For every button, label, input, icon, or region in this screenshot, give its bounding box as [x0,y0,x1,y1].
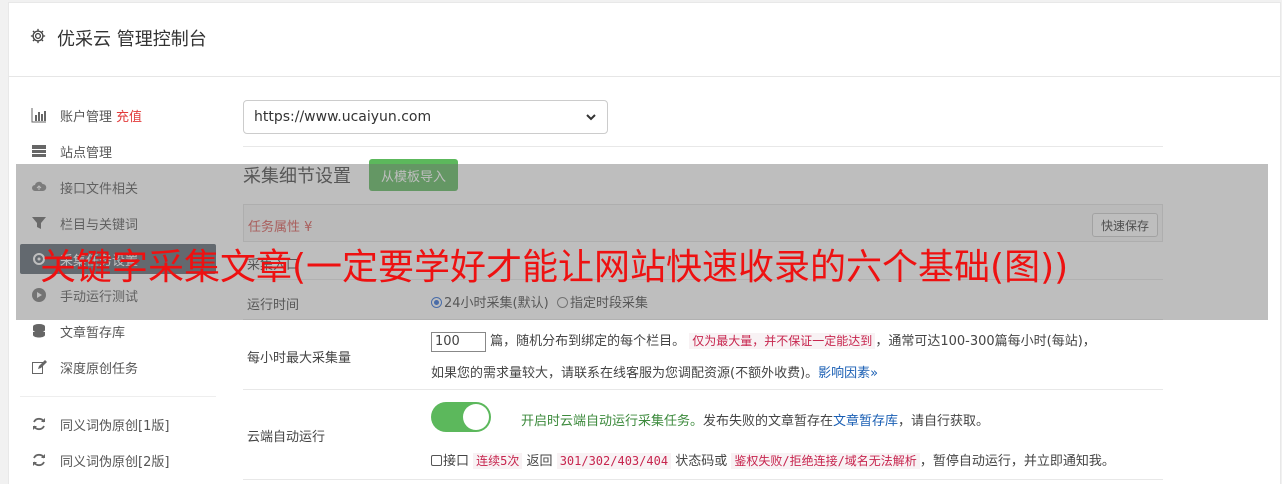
sidebar-item-article-store[interactable]: 文章暂存库 [20,316,216,346]
cloud-pause-option: 接口 连续5次 返回 301/302/403/404 状态码或 鉴权失败/拒绝连… [431,450,1115,469]
divider [243,146,1163,147]
sidebar-item-label: 深度原创任务 [60,361,139,377]
recharge-link[interactable]: 充值 [116,106,142,125]
database-icon [30,323,48,339]
site-select[interactable]: https://www.ucaiyun.com [243,100,608,134]
sidebar-item-label: 同义词伪原创[1版] [60,418,170,434]
chevron-down-icon [585,111,597,123]
cloud-run-toggle[interactable] [431,402,491,432]
row-cloud-run: 云端自动运行 开启时云端自动运行采集任务。发布失败的文章暂存在文章暂存库，请自行… [243,390,1163,480]
factors-link[interactable]: 影响因素» [818,366,878,381]
refresh-icon [30,416,48,432]
max-per-hour-input[interactable]: 100 [431,331,486,352]
sidebar-item-label: 文章暂存库 [60,325,126,341]
sidebar-item-label: 账户管理 [60,109,113,125]
sidebar-item-label: 站点管理 [60,145,113,161]
overlay-band [16,164,1268,320]
row-label: 每小时最大采集量 [247,351,352,366]
gear-icon [29,27,47,45]
toggle-knob [463,404,489,430]
row-label: 云端自动运行 [247,430,326,445]
sidebar-item-sites[interactable]: 站点管理 [20,136,216,166]
site-select-value: https://www.ucaiyun.com [254,109,432,125]
edit-icon [30,359,48,375]
sidebar-item-synonym-v1[interactable]: 同义词伪原创[1版] [20,409,216,439]
pause-checkbox[interactable] [431,455,442,466]
max-line-2: 如果您的需求量较大，请联系在线客服为您调配资源(不额外收费)。影响因素» [431,366,879,381]
watermark-title: 关键字采集文章(一定要学好才能让网站快速收录的六个基础(图)) [40,247,1069,288]
sidebar-item-label: 同义词伪原创[2版] [60,454,170,470]
row-max-per-hour: 每小时最大采集量 100 篇，随机分布到绑定的每个栏目。 仅为最大量，并不保证一… [243,320,1163,390]
refresh-icon [30,452,48,468]
header: 优采云 管理控制台 [9,3,1280,77]
bar-chart-icon [30,107,48,123]
sidebar-item-deep-original[interactable]: 深度原创任务 [20,352,216,382]
server-icon [30,143,48,159]
sidebar-item-synonym-v2[interactable]: 同义词伪原创[2版] [20,445,216,475]
article-store-link[interactable]: 文章暂存库 [833,414,898,429]
max-line-1: 100 篇，随机分布到绑定的每个栏目。 仅为最大量，并不保证一定能达到 ，通常可达… [431,330,1096,352]
cloud-desc: 开启时云端自动运行采集任务。发布失败的文章暂存在文章暂存库，请自行获取。 [521,414,990,429]
sidebar-divider [20,396,216,397]
page-title: 优采云 管理控制台 [57,29,207,50]
sidebar-item-account[interactable]: 账户管理 充值 [20,100,216,130]
